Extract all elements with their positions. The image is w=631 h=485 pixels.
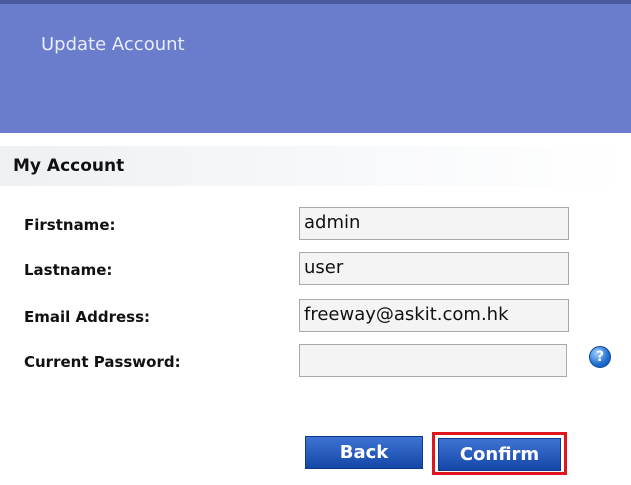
confirm-button[interactable]: Confirm [438, 438, 561, 471]
lastname-input[interactable]: user [299, 252, 569, 285]
lastname-label: Lastname: [24, 261, 113, 279]
confirm-button-highlight: Confirm [432, 432, 567, 475]
firstname-label: Firstname: [24, 216, 116, 234]
current-password-input[interactable] [299, 344, 567, 377]
email-label: Email Address: [24, 308, 151, 326]
section-header: My Account [0, 146, 631, 186]
back-button[interactable]: Back [305, 436, 423, 469]
firstname-input[interactable]: admin [299, 207, 569, 240]
email-input[interactable]: freeway@askit.com.hk [299, 299, 569, 332]
page-header: Update Account [0, 0, 631, 133]
help-icon[interactable]: ? [589, 346, 611, 368]
page-title: Update Account [41, 34, 185, 55]
current-password-label: Current Password: [24, 353, 181, 371]
section-title: My Account [13, 156, 125, 176]
